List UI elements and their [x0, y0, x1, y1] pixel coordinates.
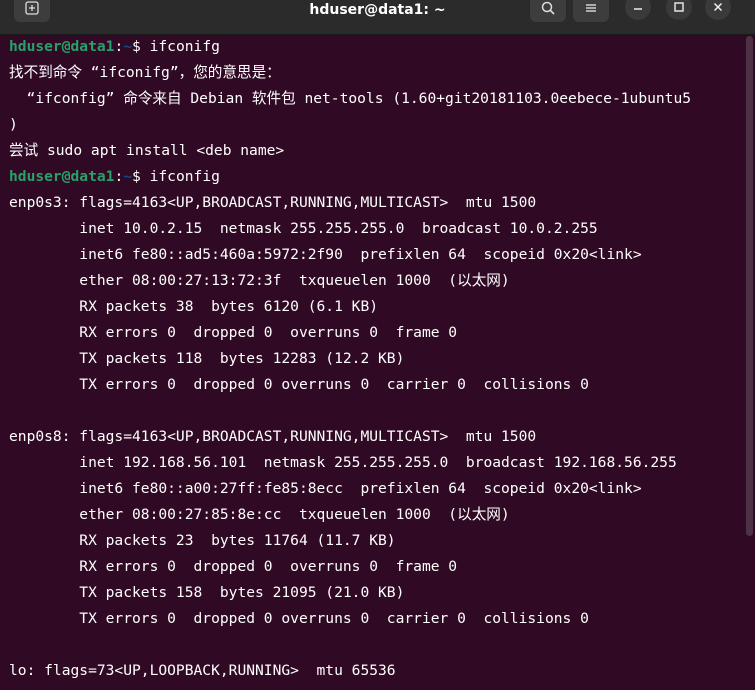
- title-bar[interactable]: hduser@data1: ~: [0, 0, 755, 35]
- output-line: RX errors 0 dropped 0 overruns 0 frame 0: [9, 324, 458, 341]
- terminal-window: hduser@data1: ~ hduser@data1:~$ ifconifg…: [0, 0, 755, 690]
- output-line: inet 10.0.2.15 netmask 255.255.255.0 bro…: [9, 220, 598, 237]
- output-line: “ifconfig” 命令来自 Debian 软件包 net-tools (1.…: [9, 90, 692, 107]
- output-line: ether 08:00:27:13:72:3f txqueuelen 1000 …: [9, 272, 510, 289]
- output-line: TX errors 0 dropped 0 overruns 0 carrier…: [9, 376, 589, 393]
- prompt-path: ~: [123, 168, 133, 185]
- minimize-icon: [634, 8, 642, 10]
- prompt-dollar: $: [132, 38, 150, 55]
- command-text: ifconfig: [149, 168, 220, 185]
- output-line: 尝试 sudo apt install <deb name>: [9, 142, 285, 159]
- prompt-line: hduser@data1:~$ ifconifg: [9, 34, 755, 60]
- maximize-icon: [674, 2, 684, 12]
- output-line: TX packets 118 bytes 12283 (12.2 KB): [9, 350, 405, 367]
- search-button[interactable]: [530, 0, 566, 22]
- output-line: inet6 fe80::a00:27ff:fe85:8ecc prefixlen…: [9, 480, 642, 497]
- scrollbar[interactable]: [746, 36, 753, 536]
- output-line: lo: flags=73<UP,LOOPBACK,RUNNING> mtu 65…: [9, 662, 396, 679]
- output-line: ether 08:00:27:85:8e:cc txqueuelen 1000 …: [9, 506, 510, 523]
- output-line: inet6 fe80::ad5:460a:5972:2f90 prefixlen…: [9, 246, 642, 263]
- prompt-user-host: hduser@data1: [9, 38, 115, 55]
- output-line: ): [9, 116, 18, 133]
- hamburger-menu-icon: [586, 4, 596, 12]
- output-line: RX packets 38 bytes 6120 (6.1 KB): [9, 298, 379, 315]
- prompt-user-host: hduser@data1: [9, 168, 115, 185]
- prompt-dollar: $: [132, 168, 150, 185]
- output-line: RX packets 23 bytes 11764 (11.7 KB): [9, 532, 396, 549]
- prompt-colon: :: [114, 38, 124, 55]
- terminal-output[interactable]: hduser@data1:~$ ifconifg 找不到命令 “ifconifg”…: [9, 34, 755, 684]
- output-line: enp0s8: flags=4163<UP,BROADCAST,RUNNING,…: [9, 428, 537, 445]
- prompt-line: hduser@data1:~$ ifconfig: [9, 164, 755, 190]
- prompt-path: ~: [123, 38, 133, 55]
- output-line: TX packets 158 bytes 21095 (21.0 KB): [9, 584, 405, 601]
- close-icon: [713, 2, 723, 12]
- prompt-colon: :: [114, 168, 124, 185]
- output-line: 找不到命令 “ifconifg”，您的意思是：: [9, 64, 281, 81]
- output-line: RX errors 0 dropped 0 overruns 0 frame 0: [9, 558, 458, 575]
- menu-button[interactable]: [573, 0, 609, 22]
- command-text: ifconifg: [149, 38, 220, 55]
- search-icon: [541, 1, 555, 15]
- output-line: TX errors 0 dropped 0 overruns 0 carrier…: [9, 610, 589, 627]
- output-line: inet 192.168.56.101 netmask 255.255.255.…: [9, 454, 677, 471]
- output-line: enp0s3: flags=4163<UP,BROADCAST,RUNNING,…: [9, 194, 537, 211]
